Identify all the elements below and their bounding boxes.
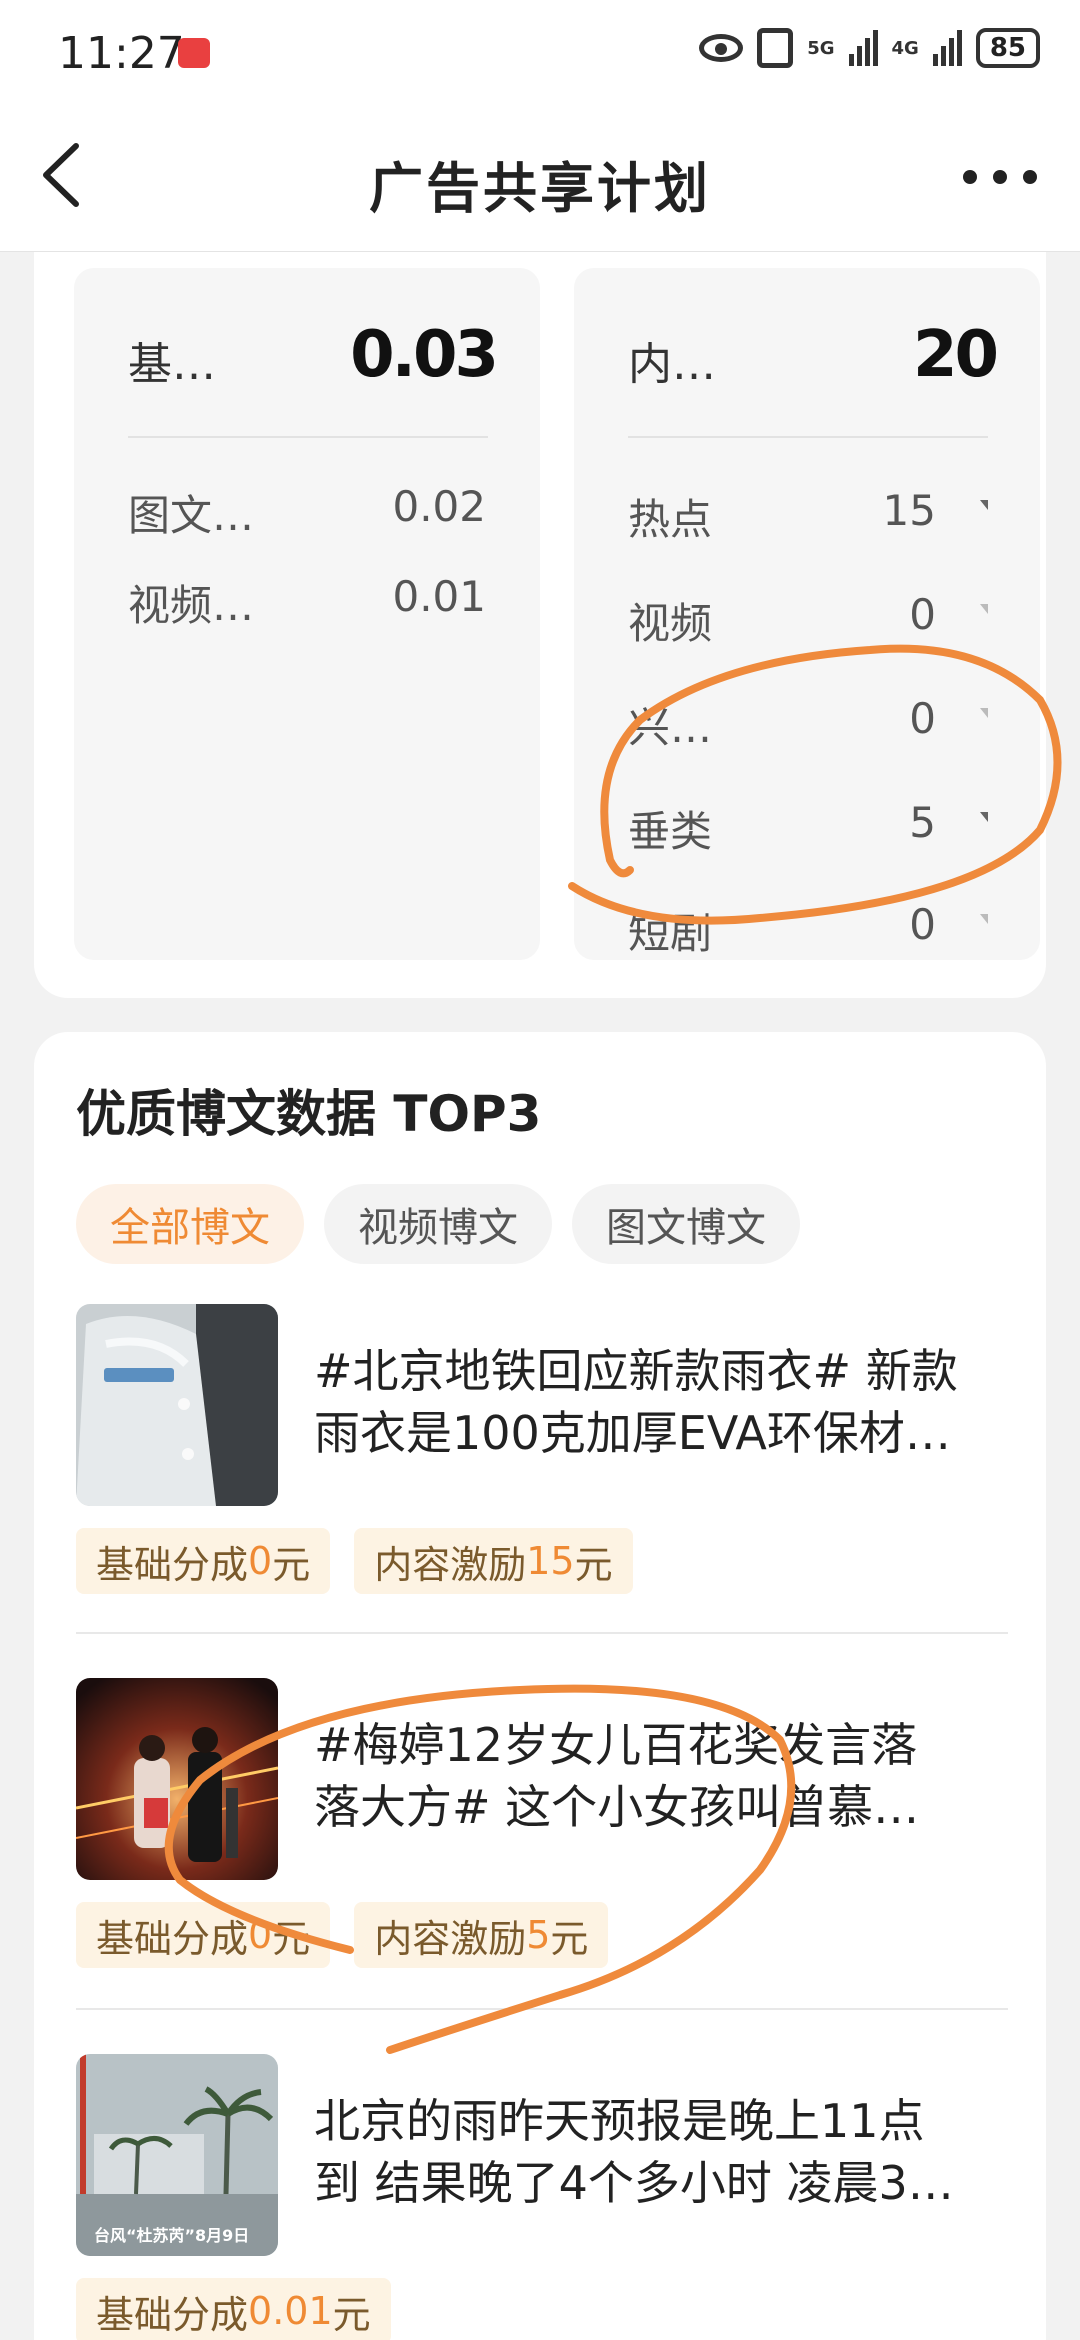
base-share-value: 0.03 [350, 318, 499, 392]
content-row-hotspot[interactable]: 热点 15 [628, 480, 996, 544]
post-earnings-tags: 基础分成 0 元 内容激励 15 元 [76, 1528, 633, 1594]
tab-video-posts[interactable]: 视频博文 [324, 1184, 552, 1264]
tag-unit: 元 [550, 1916, 589, 1961]
eye-icon [699, 34, 744, 62]
content-row-vertical[interactable]: 垂类 5 [628, 792, 996, 856]
row-value: 5 [909, 798, 936, 847]
post-thumbnail-raincoat [76, 1304, 278, 1506]
network-label-4g: 4G [891, 37, 919, 59]
corner-arrow-icon [980, 914, 988, 924]
section-title: 优质博文数据 TOP3 [76, 1085, 542, 1143]
tag-amount: 5 [526, 1913, 551, 1957]
post-item[interactable]: #北京地铁回应新款雨衣# 新款 雨衣是100克加厚EVA环保材… 基础分成 0 元 … [76, 1304, 1006, 1604]
post-item[interactable]: #梅婷12岁女儿百花奖发言落 落大方# 这个小女孩叫曾慕… 基础分成 0 元 内容激… [76, 1678, 1006, 1978]
base-share-label: 基… [128, 339, 216, 390]
vibrate-icon [757, 28, 794, 68]
post-text-line: #梅婷12岁女儿百花奖发言落 [314, 1718, 918, 1772]
tag-unit: 元 [272, 1542, 311, 1587]
post-earnings-tags: 基础分成 0 元 内容激励 5 元 [76, 1902, 609, 1968]
tag-amount: 15 [526, 1539, 575, 1583]
base-share-tag: 基础分成 0 元 [76, 1902, 331, 1968]
base-row-video: 视频… 0.01 [128, 566, 496, 630]
corner-arrow-icon [980, 500, 988, 510]
divider [128, 436, 488, 438]
row-label: 热点 [628, 495, 713, 544]
tag-amount: 0 [248, 1539, 273, 1583]
content-incentive-panel[interactable]: 内… 20 热点 15 视频 0 兴… 0 垂类 5 短剧 0 [574, 268, 1040, 960]
tag-label: 基础分成 [96, 1542, 249, 1587]
base-share-panel[interactable]: 基… 0.03 图文… 0.02 视频… 0.01 [74, 268, 540, 960]
tag-amount: 0 [248, 1913, 273, 1957]
content-row-interest[interactable]: 兴… 0 [628, 688, 996, 752]
post-filter-tabs: 全部博文 视频博文 图文博文 [76, 1184, 800, 1264]
tag-label: 内容激励 [374, 1542, 527, 1587]
more-options-icon[interactable] [960, 162, 1040, 192]
earnings-stats-card: 基… 0.03 图文… 0.02 视频… 0.01 内… 20 热点 15 视频… [34, 252, 1046, 998]
signal-bars-icon-2 [932, 30, 962, 66]
battery-indicator: 85 [975, 28, 1040, 68]
status-icons: 5G 4G 85 [699, 28, 1040, 68]
divider [76, 2008, 1008, 2010]
signal-bars-icon [848, 30, 878, 66]
post-text-line: #北京地铁回应新款雨衣# 新款 [314, 1344, 958, 1398]
post-earnings-tags: 基础分成 0.01 元 [76, 2278, 391, 2340]
post-text-line: 雨衣是100克加厚EVA环保材… [314, 1406, 951, 1460]
row-value: 0 [909, 590, 936, 639]
content-incentive-tag: 内容激励 15 元 [354, 1528, 633, 1594]
content-incentive-tag: 内容激励 5 元 [354, 1902, 609, 1968]
post-text-line: 北京的雨昨天预报是晚上11点 [314, 2094, 925, 2148]
thumbnail-caption: 台风“杜苏芮”8月9日 [94, 2226, 250, 2245]
divider [628, 436, 988, 438]
row-value: 0.01 [392, 572, 486, 621]
post-item[interactable]: 台风“杜苏芮”8月9日 北京的雨昨天预报是晚上11点 到 结果晚了4个多小时 凌… [76, 2054, 1006, 2340]
content-incentive-label: 内… [628, 339, 716, 390]
corner-arrow-icon [980, 708, 988, 718]
tag-label: 基础分成 [96, 1916, 249, 1961]
content-incentive-header: 内… 20 [628, 314, 999, 394]
post-summary: #梅婷12岁女儿百花奖发言落 落大方# 这个小女孩叫曾慕… [314, 1714, 1014, 1838]
app-notification-icon [178, 38, 210, 68]
post-thumbnail-award-stage [76, 1678, 278, 1880]
content-incentive-value: 20 [912, 318, 999, 392]
row-value: 0 [909, 900, 936, 949]
row-label: 视频… [128, 581, 255, 630]
tag-unit: 元 [272, 1916, 311, 1961]
status-bar: 11:27 5G 4G 85 [0, 0, 1080, 100]
base-share-tag: 基础分成 0.01 元 [76, 2278, 391, 2340]
post-thumbnail-typhoon: 台风“杜苏芮”8月9日 [76, 2054, 278, 2256]
tag-unit: 元 [574, 1542, 613, 1587]
base-row-image-text: 图文… 0.02 [128, 476, 496, 540]
row-label: 视频 [628, 599, 713, 648]
app-header: 广告共享计划 [0, 100, 1080, 252]
page-title: 广告共享计划 [369, 157, 711, 220]
post-summary: 北京的雨昨天预报是晚上11点 到 结果晚了4个多小时 凌晨3… [314, 2090, 1014, 2214]
row-label: 垂类 [628, 807, 713, 856]
base-share-tag: 基础分成 0 元 [76, 1528, 331, 1594]
tab-image-text-posts[interactable]: 图文博文 [572, 1184, 800, 1264]
content-row-short-drama[interactable]: 短剧 0 [628, 894, 996, 960]
row-label: 短剧 [628, 909, 713, 958]
post-summary: #北京地铁回应新款雨衣# 新款 雨衣是100克加厚EVA环保材… [314, 1340, 1014, 1464]
network-label-5g: 5G [807, 37, 835, 59]
tag-unit: 元 [332, 2292, 371, 2337]
row-value: 15 [882, 486, 936, 535]
tag-label: 内容激励 [374, 1916, 527, 1961]
base-share-header: 基… 0.03 [128, 314, 499, 394]
post-text-line: 到 结果晚了4个多小时 凌晨3… [314, 2156, 954, 2210]
row-label: 图文… [128, 491, 255, 540]
tab-all-posts[interactable]: 全部博文 [76, 1184, 304, 1264]
row-label: 兴… [628, 703, 713, 752]
row-value: 0.02 [392, 482, 486, 531]
top3-posts-card: 优质博文数据 TOP3 全部博文 视频博文 图文博文 #北京地铁回应新款雨衣# … [34, 1032, 1046, 2340]
status-time: 11:27 [58, 28, 185, 79]
row-value: 0 [909, 694, 936, 743]
tag-label: 基础分成 [96, 2292, 249, 2337]
corner-arrow-icon [980, 604, 988, 614]
content-row-video[interactable]: 视频 0 [628, 584, 996, 648]
post-text-line: 落大方# 这个小女孩叫曾慕… [314, 1780, 920, 1834]
divider [76, 1632, 1008, 1634]
corner-arrow-icon [980, 812, 988, 822]
tag-amount: 0.01 [248, 2289, 333, 2333]
